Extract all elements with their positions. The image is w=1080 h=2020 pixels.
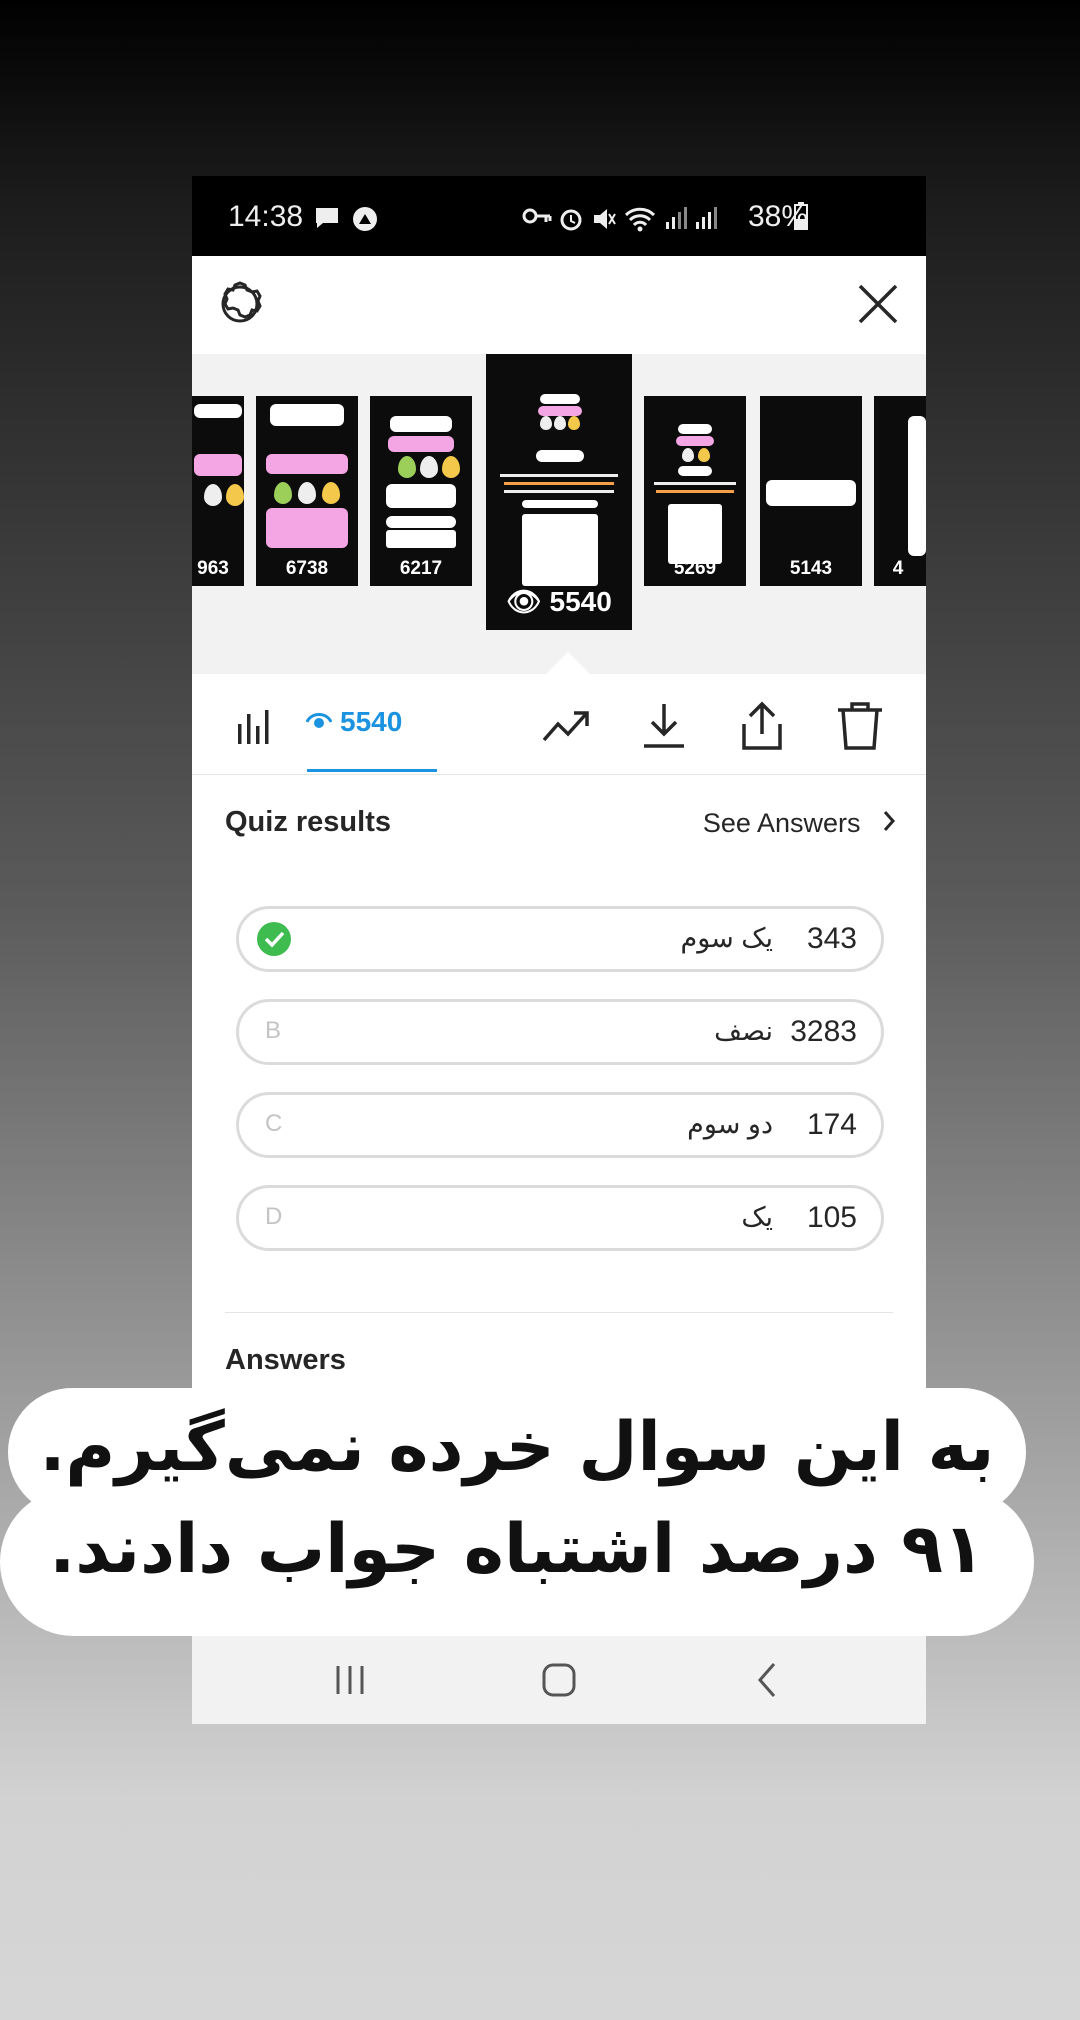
viewer-top-bar: [192, 256, 926, 354]
home-icon[interactable]: [539, 1660, 579, 1700]
chevron-right-icon: [883, 811, 896, 831]
option-count: 343: [806, 922, 857, 955]
see-answers-link[interactable]: See Answers: [703, 808, 896, 839]
settings-gear-icon[interactable]: [216, 280, 264, 328]
story-thumbnail[interactable]: 963: [192, 396, 244, 586]
status-time: 14:38: [228, 200, 304, 233]
thumbnail-views: 👁︎ 5540: [506, 586, 612, 617]
story-thumbnail-selected[interactable]: 👁︎ 5540: [486, 354, 632, 630]
overlay-caption: به این سوال خرده نمی‌گیرم. ۹۱ درصد اشتبا…: [0, 1388, 1080, 1636]
quiz-option-d: D یک 105: [236, 1185, 884, 1251]
quiz-option-c: C دو سوم 174: [236, 1092, 884, 1158]
status-bar: 14:38 38%: [192, 176, 926, 256]
thumbnail-views: 6738: [285, 558, 329, 579]
quiz-option-a: یک سوم 343: [236, 906, 884, 972]
option-label: نصف: [714, 1016, 773, 1046]
delete-icon[interactable]: [834, 700, 886, 752]
option-letter: D: [265, 1203, 283, 1230]
caption-line-1: به این سوال خرده نمی‌گیرم.: [39, 1408, 995, 1487]
eye-icon: [306, 713, 332, 728]
key-icon: [522, 208, 552, 224]
download-icon[interactable]: [638, 700, 690, 752]
wifi-icon: [624, 207, 656, 232]
option-count: 105: [806, 1201, 857, 1234]
answers-section-title: Answers: [225, 1344, 346, 1376]
insights-bars-icon[interactable]: [236, 706, 276, 746]
selected-story-pointer: [546, 652, 590, 674]
active-tab-indicator: [307, 769, 437, 772]
option-letter: B: [265, 1017, 282, 1044]
option-label: یک: [741, 1202, 773, 1232]
thumbnail-views: 5143: [789, 558, 833, 579]
option-count: 174: [806, 1108, 857, 1141]
alarm-icon: [560, 209, 582, 231]
battery-icon: [794, 202, 808, 230]
story-thumbnail[interactable]: 5269: [644, 396, 746, 586]
correct-answer-check-icon: [257, 922, 291, 956]
signal-icon: [666, 207, 687, 229]
back-icon[interactable]: [748, 1660, 788, 1700]
story-thumbnail-strip[interactable]: 963 6738 6217 👁︎ 5540 5269 5143 4: [192, 354, 926, 674]
android-nav-bar: [192, 1632, 926, 1724]
story-thumbnail[interactable]: 6217: [370, 396, 472, 586]
caption-line-2: ۹۱ درصد اشتباه جواب دادند.: [49, 1510, 985, 1589]
thumbnail-views: 5269: [673, 558, 717, 579]
recents-icon[interactable]: [330, 1660, 370, 1700]
see-answers-label: See Answers: [702, 808, 861, 838]
quiz-option-b: B نصف 3283: [236, 999, 884, 1065]
option-label: دو سوم: [687, 1109, 773, 1139]
app-notification-icon: [353, 207, 377, 231]
option-label: یک سوم: [680, 923, 773, 953]
quiz-results-title: Quiz results: [225, 806, 391, 838]
viewers-tab[interactable]: 5540: [306, 702, 436, 746]
story-thumbnail[interactable]: 4: [874, 396, 926, 586]
viewers-count: 5540: [340, 706, 403, 737]
message-icon: [316, 208, 338, 228]
story-action-bar: 5540: [192, 674, 926, 775]
close-icon[interactable]: [856, 282, 900, 326]
thumbnail-views: 963: [197, 558, 229, 579]
mute-icon: [594, 209, 616, 229]
option-count: 3283: [790, 1015, 857, 1048]
trend-icon[interactable]: [540, 700, 592, 752]
share-icon[interactable]: [736, 700, 788, 752]
story-thumbnail[interactable]: 5143: [760, 396, 862, 586]
thumbnail-views: 6217: [399, 558, 443, 579]
thumbnail-views: 4: [892, 558, 904, 579]
section-divider: [225, 1312, 893, 1313]
option-letter: C: [265, 1110, 283, 1137]
story-thumbnail[interactable]: 6738: [256, 396, 358, 586]
signal-icon: [696, 207, 717, 229]
